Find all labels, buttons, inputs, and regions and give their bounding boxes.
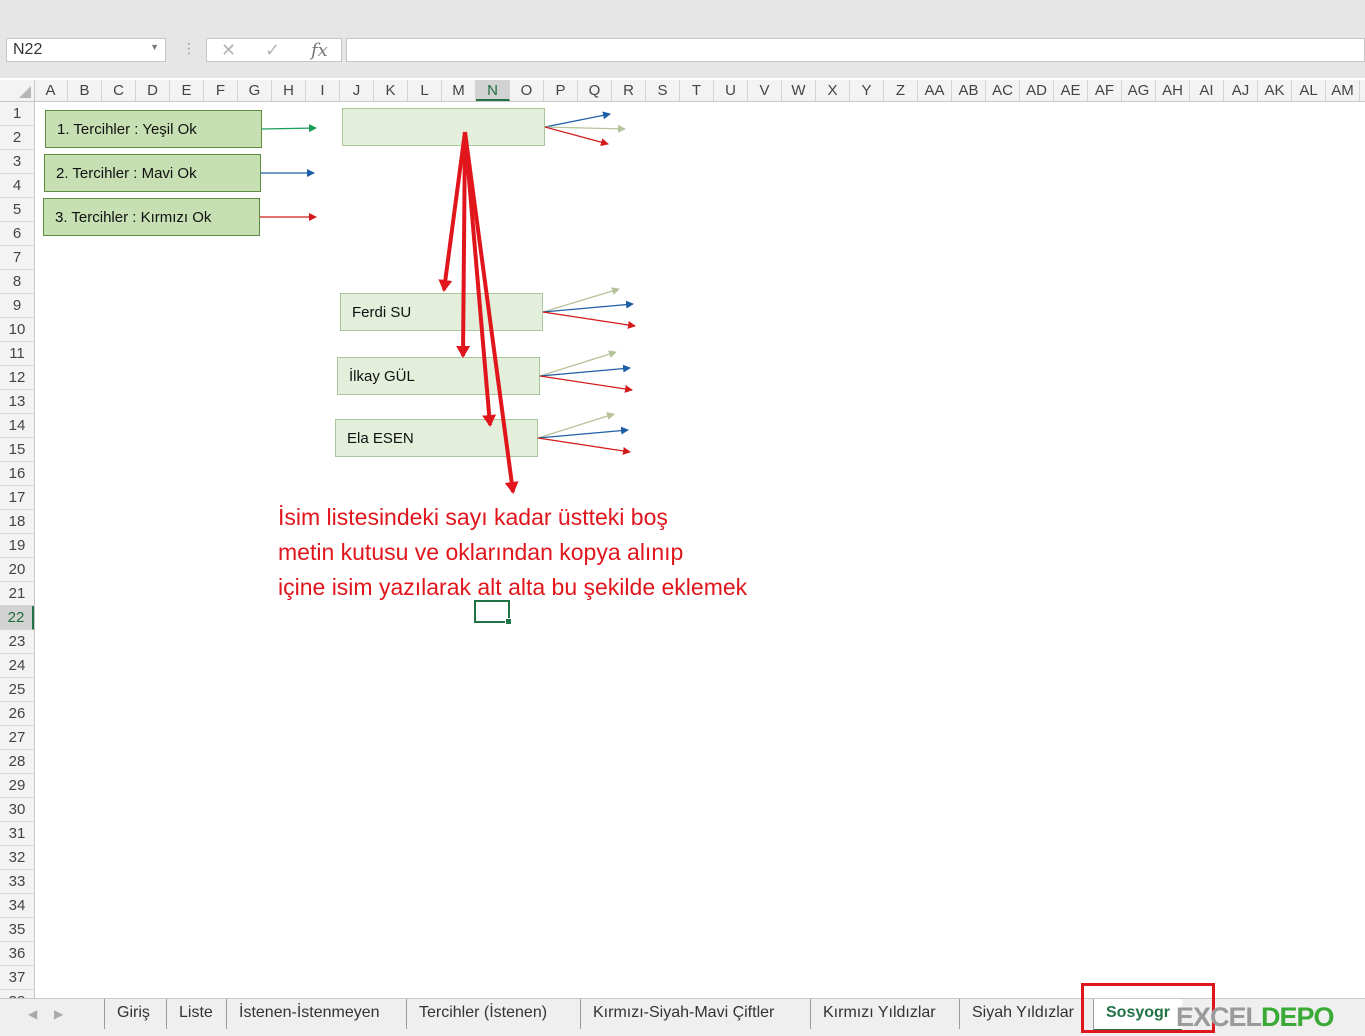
ferdi-red-arrow xyxy=(542,311,636,329)
legend-green-arrow xyxy=(261,124,317,133)
annotation-line-1: İsim listesindeki sayı kadar üstteki boş xyxy=(278,504,668,530)
sheet-tab-3[interactable]: İstenen-İstenmeyen xyxy=(226,999,392,1029)
sheet-tab-1[interactable]: Giriş xyxy=(104,999,162,1029)
template-red-arrow xyxy=(544,126,609,147)
selected-cell[interactable] xyxy=(474,600,512,625)
sheet-tab-7[interactable]: Siyah Yıldızlar xyxy=(959,999,1086,1029)
ela-red-arrow xyxy=(537,437,631,455)
logo: EXCELDEPO xyxy=(1176,1002,1335,1032)
tab-prev-icon[interactable]: ◀ xyxy=(28,1007,37,1021)
annotation-arrow-4 xyxy=(463,131,519,494)
sheet-tab-4[interactable]: Tercihler (İstenen) xyxy=(406,999,559,1029)
annotation-text: İsim listesindeki sayı kadar üstteki boş… xyxy=(278,500,747,605)
annotation-line-3: içine isim yazılarak alt alta bu şekilde… xyxy=(278,574,748,600)
template-gray-arrow xyxy=(544,124,626,133)
sheet-tab-5[interactable]: Kırmızı-Siyah-Mavi Çiftler xyxy=(580,999,786,1029)
sheet-tab-6[interactable]: Kırmızı Yıldızlar xyxy=(810,999,948,1029)
sheet-tab-2[interactable]: Liste xyxy=(166,999,225,1029)
template-blue-arrow xyxy=(544,111,611,128)
annotation-line-2: metin kutusu ve oklarından kopya alınıp xyxy=(278,539,684,565)
tab-next-icon[interactable]: ▶ xyxy=(54,1007,63,1021)
annotation-arrow-2 xyxy=(456,131,471,358)
ilkay-red-arrow xyxy=(539,375,633,393)
